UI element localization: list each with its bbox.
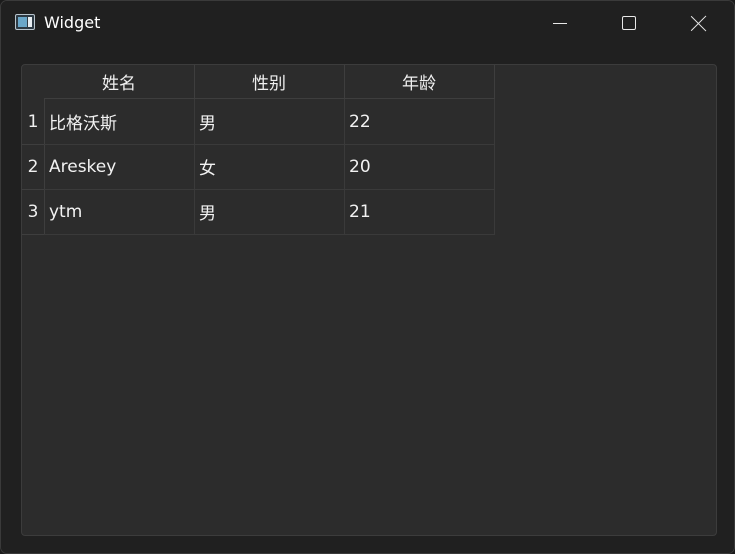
table-cell-name[interactable]: ytm [44, 189, 195, 235]
window-content: 姓名 性别 年龄 1 2 3 比格沃斯 男 22 Areskey 女 20 yt… [1, 47, 734, 553]
table-cell-gender[interactable]: 女 [194, 144, 345, 190]
table-corner-button[interactable] [22, 65, 44, 99]
minimize-icon [553, 23, 567, 24]
title-bar[interactable]: Widget [1, 1, 734, 47]
maximize-icon [622, 16, 636, 30]
table-cell-name[interactable]: 比格沃斯 [44, 99, 195, 145]
app-window: Widget 姓名 性别 年龄 1 2 3 比格沃斯 男 22 Areskey … [0, 0, 735, 554]
table-cell-age[interactable]: 21 [344, 189, 495, 235]
table-cell-age[interactable]: 22 [344, 99, 495, 145]
table-cell-gender[interactable]: 男 [194, 189, 345, 235]
window-title: Widget [44, 13, 101, 32]
table-view[interactable]: 姓名 性别 年龄 1 2 3 比格沃斯 男 22 Areskey 女 20 yt… [21, 64, 717, 536]
table-cell-name[interactable]: Areskey [44, 144, 195, 190]
column-header-name[interactable]: 姓名 [44, 65, 195, 99]
row-header-3[interactable]: 3 [22, 189, 45, 235]
table-cell-age[interactable]: 20 [344, 144, 495, 190]
row-header-1[interactable]: 1 [22, 99, 45, 145]
close-button[interactable] [664, 1, 734, 47]
close-icon [690, 15, 707, 32]
column-header-age[interactable]: 年龄 [344, 65, 495, 99]
row-header-2[interactable]: 2 [22, 144, 45, 190]
maximize-button[interactable] [594, 1, 664, 47]
column-header-gender[interactable]: 性别 [194, 65, 345, 99]
table-cell-gender[interactable]: 男 [194, 99, 345, 145]
app-window-icon [15, 14, 35, 30]
minimize-button[interactable] [525, 1, 595, 47]
